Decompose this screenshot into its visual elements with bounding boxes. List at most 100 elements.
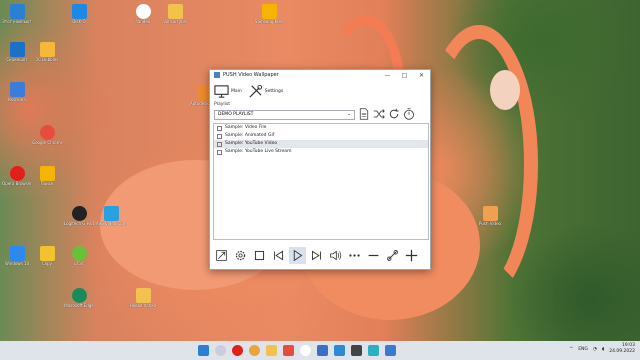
taskbar-store-icon[interactable] <box>317 345 328 356</box>
desktop-icon-yandex[interactable]: Yandex <box>128 4 158 24</box>
search-icon <box>39 166 55 181</box>
desktop-icon-this-pc[interactable]: Этот компьютер <box>2 4 32 24</box>
edge-icon <box>71 288 87 303</box>
desktop-icon-recycle-bin[interactable]: Корзина <box>2 82 32 102</box>
playlist-row: DEMO PLAYLIST ⌄ <box>210 107 430 122</box>
settings-button[interactable] <box>232 247 249 264</box>
timer-icon <box>404 107 414 120</box>
next-button[interactable] <box>308 247 325 264</box>
main-label: Main <box>231 88 242 94</box>
desktop-icon-windows[interactable]: Windows 10 <box>2 246 32 266</box>
playlist-select[interactable]: DEMO PLAYLIST ⌄ <box>214 109 355 120</box>
desktop-icon-screenshot[interactable]: Скриншот <box>2 42 32 62</box>
plus-icon <box>405 249 418 262</box>
taskbar-opera-icon[interactable] <box>232 345 243 356</box>
expand-icon <box>216 250 227 261</box>
desktop-icon-samsung-kies[interactable]: Samsung Kies <box>254 4 284 24</box>
playlist-file-button[interactable] <box>358 107 370 122</box>
cloud-icon <box>71 4 87 19</box>
taskbar-search-icon[interactable] <box>215 345 226 356</box>
desktop-icon-chrome[interactable]: Google Chrome <box>32 125 62 145</box>
settings-tab-button[interactable]: Settings <box>248 84 283 99</box>
kies-icon <box>261 4 277 19</box>
recycle-bin-icon <box>9 82 25 97</box>
repeat-icon <box>389 108 399 118</box>
video-converter-icon <box>103 206 119 221</box>
start-button[interactable] <box>198 345 209 356</box>
taskbar-yandex-icon[interactable] <box>300 345 311 356</box>
window-title: PUSH Video Wallpaper <box>223 72 279 78</box>
opera-icon <box>9 166 25 181</box>
previous-button[interactable] <box>270 247 287 264</box>
desktop-icon-utorrent[interactable]: uTorr <box>64 246 94 266</box>
desktop-icon-disk-o[interactable]: Disk-O <box>64 4 94 24</box>
add-button[interactable] <box>403 247 420 264</box>
list-item[interactable]: Sample: YouTube Live Stream <box>214 148 428 156</box>
utorrent-icon <box>71 246 87 261</box>
volume-button[interactable] <box>327 247 344 264</box>
system-tray: ^ ENG ◔ ◖ 19:03 24.09.2022 <box>569 343 635 355</box>
chrome-icon <box>39 125 55 140</box>
yandex-icon <box>135 4 151 19</box>
speaker-icon <box>330 250 342 261</box>
shuffle-button[interactable] <box>373 108 385 122</box>
taskbar-mail-icon[interactable] <box>334 345 345 356</box>
skip-forward-icon <box>311 250 322 261</box>
desktop-icon-new-folder[interactable]: Новая папка <box>128 288 158 308</box>
desktop-icon-folder-youtube[interactable]: для ютуба <box>160 4 190 24</box>
stop-icon <box>254 250 265 261</box>
desktop-icon-opera[interactable]: Opera Browser <box>2 166 32 186</box>
desktop-icon-bubbles[interactable]: 1С Bubbles <box>32 42 62 62</box>
minimize-button[interactable]: — <box>379 72 396 79</box>
push-video-icon <box>482 206 498 221</box>
taskbar-chrome-icon[interactable] <box>249 345 260 356</box>
taskbar-app2-icon[interactable] <box>351 345 362 356</box>
desktop-icon-avs[interactable]: AVS Video Converter <box>96 206 126 226</box>
settings-label: Settings <box>264 88 284 94</box>
computer-icon <box>9 4 25 19</box>
taskbar: ^ ENG ◔ ◖ 19:03 24.09.2022 <box>0 341 640 360</box>
desktop-icon-clipy[interactable]: Clipy <box>32 246 62 266</box>
list-item[interactable]: Sample: YouTube Video <box>214 140 428 148</box>
taskbar-push-video-icon[interactable] <box>385 345 396 356</box>
desktop-icon-push-video[interactable]: Push Video <box>475 206 505 226</box>
desktop-icon-search[interactable]: Поиск <box>32 166 62 186</box>
desktop-icon-logitech[interactable]: Logitech G HUB <box>64 206 94 226</box>
flamingo-head <box>490 70 520 110</box>
clipy-icon <box>39 246 55 261</box>
volume-icon[interactable]: ◖ <box>602 347 604 352</box>
timer-button[interactable] <box>403 107 415 122</box>
fullscreen-button[interactable] <box>213 247 230 264</box>
taskbar-explorer-icon[interactable] <box>266 345 277 356</box>
title-bar[interactable]: PUSH Video Wallpaper — □ ✕ <box>210 70 430 80</box>
clock[interactable]: 19:03 24.09.2022 <box>609 343 635 355</box>
app-icon <box>39 42 55 57</box>
shuffle-icon <box>373 108 385 119</box>
logitech-icon <box>71 206 87 221</box>
repeat-button[interactable] <box>388 108 400 122</box>
playlist-selected-value: DEMO PLAYLIST <box>218 111 254 117</box>
tools-icon <box>249 84 262 98</box>
remove-button[interactable] <box>365 247 382 264</box>
close-button[interactable]: ✕ <box>413 72 430 79</box>
more-icon <box>349 254 360 257</box>
stop-button[interactable] <box>251 247 268 264</box>
youtube-live-icon <box>217 149 222 155</box>
chevron-up-icon[interactable]: ^ <box>569 347 573 352</box>
taskbar-app3-icon[interactable] <box>368 345 379 356</box>
desktop-icon-edge[interactable]: Microsoft Edge <box>64 288 94 308</box>
push-video-wallpaper-window: PUSH Video Wallpaper — □ ✕ Main Settings… <box>209 69 431 270</box>
wifi-icon[interactable]: ◔ <box>593 347 597 352</box>
link-button[interactable] <box>384 247 401 264</box>
language-indicator[interactable]: ENG <box>578 347 588 352</box>
list-item[interactable]: Sample: Video File <box>214 124 428 132</box>
taskbar-app-icon[interactable] <box>283 345 294 356</box>
clock-date: 24.09.2022 <box>609 349 635 354</box>
maximize-button[interactable]: □ <box>396 72 413 79</box>
list-item[interactable]: Sample: Animated Gif <box>214 132 428 140</box>
monitor-icon <box>214 84 229 98</box>
document-icon <box>359 107 369 120</box>
main-tab-button[interactable]: Main <box>214 84 242 99</box>
play-button[interactable] <box>289 247 306 264</box>
more-button[interactable] <box>346 247 363 264</box>
